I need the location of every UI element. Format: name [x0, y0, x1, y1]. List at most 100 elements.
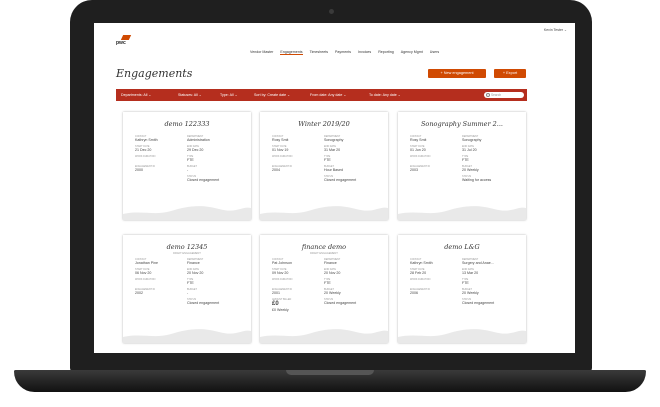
engagement-field: TYPE FTE: [187, 278, 239, 286]
field-value: Sonography: [462, 138, 482, 142]
field-value: Finance: [187, 261, 200, 265]
field-value: 2002: [135, 291, 143, 295]
engagement-title[interactable]: demo 12345: [123, 243, 251, 251]
engagement-field: END DATE 29 Dec 20: [187, 145, 239, 153]
field-value: 31 Jul 20: [462, 148, 477, 152]
engagement-title[interactable]: Sonography Summer 2...: [398, 120, 526, 128]
field-value: FTE: [187, 158, 194, 162]
field-value: Closed engagement: [187, 301, 220, 305]
engagement-title[interactable]: Winter 2019/20: [260, 120, 388, 128]
engagement-field: CONTACT Pat Johnson: [272, 258, 324, 266]
nav-invoices[interactable]: Invoices: [358, 50, 371, 55]
filter-sort-by[interactable]: Sort by: Create date ⌄: [254, 93, 290, 97]
field-label: WORK DURATION: [135, 278, 156, 281]
field-value: 06 Nov 20: [135, 271, 152, 275]
nav-users[interactable]: Users: [430, 50, 439, 55]
engagement-field: STATUS Closed engagement: [324, 298, 376, 306]
field-label: WORK DURATION: [272, 278, 293, 281]
field-value: Administration: [187, 138, 210, 142]
engagement-field: CONTACT Kathryn Smith: [410, 258, 462, 266]
engagement-field: TYPE FTE: [187, 155, 239, 163]
engagement-field: ENGAGEMENT ID 2003: [410, 165, 462, 173]
field-value: 2001: [272, 291, 280, 295]
field-value: Closed engagement: [324, 301, 357, 305]
field-value: 2006: [410, 291, 418, 295]
card-decoration-wave: [398, 206, 526, 220]
engagement-field: TYPE FTE: [462, 278, 514, 286]
nav-payments[interactable]: Payments: [335, 50, 351, 55]
filter-from-date[interactable]: From date: Any date ⌄: [310, 93, 346, 97]
engagement-field: WORK DURATION: [410, 278, 462, 281]
new-engagement-button[interactable]: + New engagement: [428, 69, 486, 78]
field-value: 20 Weekly: [462, 291, 479, 295]
engagement-title[interactable]: finance demo: [260, 243, 388, 251]
engagement-title[interactable]: demo L&G: [398, 243, 526, 251]
engagement-field: START DATE 06 Nov 20: [135, 268, 187, 276]
field-value: 2004: [272, 168, 280, 172]
engagement-field: STATUS Closed engagement: [187, 298, 239, 306]
engagement-field: STATUS Waiting for access: [462, 175, 514, 183]
filter-departments[interactable]: Departments: All ⌄: [121, 93, 151, 97]
main-nav: Vendor Master Engagements Timesheets Pay…: [250, 50, 439, 55]
nav-vendor-master[interactable]: Vendor Master: [250, 50, 273, 55]
field-value: 09 Nov 20: [272, 271, 289, 275]
field-value: Kathryn Smith: [135, 138, 158, 142]
engagement-field: BUDGET -: [187, 288, 239, 296]
engagement-field: WORK DURATION: [410, 155, 462, 158]
engagement-field: END DATE 13 Mar 20: [462, 268, 514, 276]
field-value: Jonathan Pine: [135, 261, 158, 265]
field-value: FTE: [324, 281, 331, 285]
filter-type[interactable]: Type: All ⌄: [220, 93, 238, 97]
filter-statuses[interactable]: Statuses: All ⌄: [178, 93, 202, 97]
engagement-card[interactable]: demo 122333 CONTACT Kathryn Smith DEPARTMEN…: [123, 112, 251, 220]
card-decoration-wave: [260, 329, 388, 343]
field-value: FTE: [324, 158, 331, 162]
engagement-field: TYPE FTE: [324, 278, 376, 286]
app-screen: Kevin Tester ⌄ pwc Vendor Master Engagem…: [94, 23, 575, 353]
nav-engagements[interactable]: Engagements: [280, 50, 303, 55]
engagement-field: CONTACT Kathryn Smith: [135, 135, 187, 143]
engagement-field: BUDGET -: [187, 165, 239, 173]
engagement-card[interactable]: Sonography Summer 2... CONTACT Rosy Smit DE…: [398, 112, 526, 220]
filter-to-date[interactable]: To date: Any date ⌄: [369, 93, 401, 97]
field-value: FTE: [462, 158, 469, 162]
engagement-field: ENGAGEMENT ID 2001: [272, 288, 324, 296]
engagement-field: TYPE FTE: [324, 155, 376, 163]
page-title: Engagements: [116, 67, 193, 80]
engagement-subtitle: DRAFT ENGAGEMENT: [173, 252, 201, 255]
field-value: Hour Based: [324, 168, 343, 172]
field-value: 31 Mar 20: [324, 148, 341, 152]
engagement-card[interactable]: Winter 2019/20 CONTACT Rosy Smit DEPARTMENT…: [260, 112, 388, 220]
card-decoration-wave: [123, 206, 251, 220]
engagement-field: END DATE 20 Nov 20: [324, 268, 376, 276]
engagement-field: START DATE 28 Feb 20: [410, 268, 462, 276]
engagement-field: START DATE 09 Nov 20: [272, 268, 324, 276]
engagement-card[interactable]: finance demo DRAFT ENGAGEMENT CONTACT Pat J…: [260, 235, 388, 343]
engagement-card[interactable]: demo L&G CONTACT Kathryn Smith DEPARTMENT Su…: [398, 235, 526, 343]
engagement-field: BUDGET 20 Weekly: [462, 165, 514, 173]
engagement-field: AMOUNT BILLED £0: [272, 298, 324, 308]
export-button[interactable]: + Export: [494, 69, 526, 78]
field-value: 20 Weekly: [462, 168, 479, 172]
field-value: 01 Jun 20: [410, 148, 426, 152]
nav-reporting[interactable]: Reporting: [378, 50, 394, 55]
field-label: WORK DURATION: [410, 278, 431, 281]
field-value: -: [187, 291, 189, 295]
engagement-field: CONTACT Rosy Smit: [410, 135, 462, 143]
user-menu[interactable]: Kevin Tester ⌄: [544, 28, 567, 32]
field-label: WORK DURATION: [272, 155, 293, 158]
search-input[interactable]: Search: [484, 92, 524, 98]
engagement-field: STATUS Closed engagement: [187, 175, 239, 183]
nav-agency-mgmt[interactable]: Agency Mgmt: [401, 50, 423, 55]
engagement-field: STATUS Closed engagement: [324, 175, 376, 183]
engagement-title[interactable]: demo 122333: [123, 120, 251, 128]
engagement-card[interactable]: demo 12345 DRAFT ENGAGEMENT CONTACT Jonatha…: [123, 235, 251, 343]
nav-timesheets[interactable]: Timesheets: [310, 50, 328, 55]
engagement-field: BUDGET 20 Weekly: [324, 288, 376, 296]
field-value: FTE: [462, 281, 469, 285]
engagement-field: DEPARTMENT Administration: [187, 135, 239, 143]
filter-bar: Departments: All ⌄ Statuses: All ⌄ Type:…: [116, 89, 527, 101]
field-value: 20 Nov 20: [187, 271, 204, 275]
engagement-field: BUDGET 20 Weekly: [462, 288, 514, 296]
engagement-field: ENGAGEMENT ID 2000: [135, 165, 187, 173]
